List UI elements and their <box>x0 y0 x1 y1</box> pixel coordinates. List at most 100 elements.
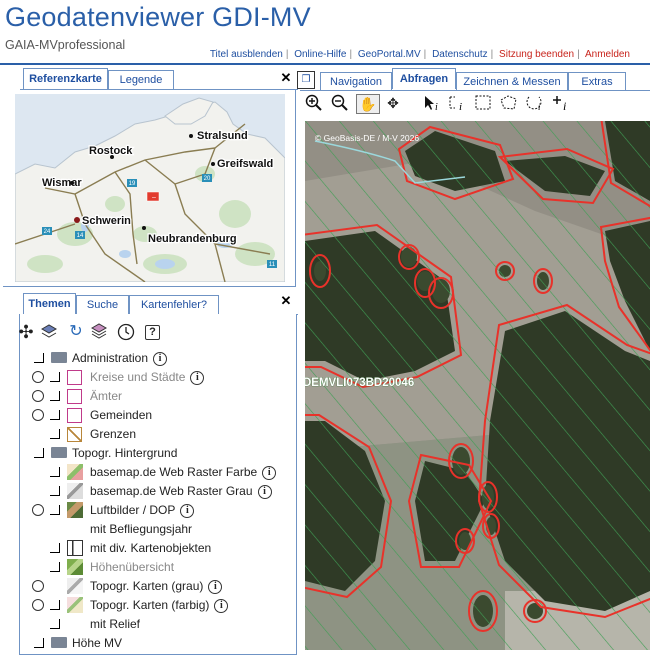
tree-row-hoehenuebersicht: Höhenübersicht <box>20 558 290 577</box>
checkbox-luftbilder[interactable] <box>50 505 60 515</box>
polygon-legend-icon <box>67 408 82 423</box>
pan-hand-icon[interactable]: ✋ <box>356 94 380 114</box>
checkbox-hoehe-mv[interactable] <box>34 638 44 648</box>
feature-id-label: DEMVLI073BD20046 <box>305 377 414 389</box>
layer-label-kreise: Kreise und Städte <box>90 370 186 384</box>
checkbox-gemeinden[interactable] <box>50 410 60 420</box>
info-icon[interactable]: i <box>214 598 229 613</box>
tree-row-administration: Administration i <box>20 349 290 368</box>
tab-kartenfehler[interactable]: Kartenfehler? <box>129 295 219 314</box>
checkbox-kartenobjekten[interactable] <box>50 543 60 553</box>
topo-grey-thumb-icon <box>67 578 83 594</box>
radio-luftbilder[interactable] <box>32 504 44 516</box>
tab-suche[interactable]: Suche <box>76 295 129 314</box>
tree-row-kreise: Kreise und Städte i <box>20 368 290 387</box>
radio-topokarten-grau[interactable] <box>32 580 44 592</box>
tab-zeichnen-messen[interactable]: Zeichnen & Messen <box>456 72 568 91</box>
road-20: 20 <box>204 176 211 182</box>
close-overview-icon[interactable]: ✕ <box>280 71 292 84</box>
layer-label-hoehe-mv: Höhe MV <box>72 636 123 650</box>
tab-referenzkarte[interactable]: Referenzkarte <box>23 68 108 89</box>
layer-label-topokarten-farbig: Topogr. Karten (farbig) <box>90 598 210 612</box>
map-copyright: © GeoBasis-DE / M-V 2026 <box>315 133 419 143</box>
info-point-icon[interactable]: i <box>552 94 570 113</box>
basemap-grey-thumb-icon <box>67 483 83 499</box>
zoom-out-icon[interactable] <box>331 94 349 112</box>
checkbox-administration[interactable] <box>34 353 44 363</box>
svg-text:–: – <box>152 194 156 201</box>
city-wismar: Wismar <box>42 177 82 189</box>
svg-text:i: i <box>459 101 462 112</box>
restore-window-icon[interactable]: ❐ <box>297 71 315 89</box>
clock-icon[interactable] <box>117 323 135 341</box>
overview-map[interactable]: – Stralsund Rostock Greifswald Wismar Sc… <box>15 94 285 282</box>
layers-icon[interactable] <box>40 323 58 341</box>
radio-kreise[interactable] <box>32 371 44 383</box>
main-tabbar: ❐ Navigation Abfragen Zeichnen & Messen … <box>297 68 650 91</box>
zoom-in-icon[interactable] <box>305 94 323 112</box>
checkbox-hoehenuebersicht[interactable] <box>50 562 60 572</box>
checkbox-topogr-hintergrund[interactable] <box>34 448 44 458</box>
elevation-thumb-icon <box>67 559 83 575</box>
select-rect-icon[interactable] <box>474 94 492 112</box>
radio-aemter[interactable] <box>32 390 44 402</box>
tab-extras[interactable]: Extras <box>568 72 626 91</box>
tab-abfragen[interactable]: Abfragen <box>392 68 456 89</box>
layer-label-hoehenuebersicht: Höhenübersicht <box>90 560 175 574</box>
themes-tabbar: Themen Suche Kartenfehler? ✕ <box>20 293 296 315</box>
info-icon[interactable]: i <box>153 351 168 366</box>
info-icon[interactable]: i <box>257 484 272 499</box>
layers-stack-icon[interactable] <box>90 323 108 341</box>
checkbox-topokarten-farbig[interactable] <box>50 600 60 610</box>
select-poly-icon[interactable] <box>499 94 517 112</box>
checkbox-kreise[interactable] <box>50 372 60 382</box>
tab-legende[interactable]: Legende <box>108 70 174 89</box>
add-layer-icon[interactable]: ✣ <box>17 323 35 341</box>
help-icon[interactable]: ? <box>145 325 160 340</box>
aerial-photo-thumb-icon <box>67 502 83 518</box>
tree-row-basemap-grau: basemap.de Web Raster Grau i <box>20 482 290 501</box>
link-hide-title[interactable]: Titel ausblenden <box>210 49 283 60</box>
tree-row-hoehe-mv: Höhe MV <box>20 634 290 653</box>
link-online-help[interactable]: Online-Hilfe <box>294 49 346 60</box>
tree-row-luftbilder: Luftbilder / DOP i <box>20 501 290 520</box>
layer-label-topogr-hintergrund: Topogr. Hintergrund <box>72 446 178 460</box>
info-icon[interactable]: i <box>262 465 277 480</box>
polygon-legend-icon <box>67 389 82 404</box>
top-links: Titel ausblenden | Online-Hilfe | GeoPorta… <box>209 49 630 60</box>
link-geoportal[interactable]: GeoPortal.MV <box>358 49 421 60</box>
refresh-icon[interactable]: ↻ <box>67 323 85 341</box>
info-icon[interactable]: i <box>208 579 223 594</box>
checkbox-basemap-grau[interactable] <box>50 486 60 496</box>
checkbox-basemap-farbe[interactable] <box>50 467 60 477</box>
info-pointer-icon[interactable]: i <box>422 94 440 113</box>
folder-icon <box>51 447 67 458</box>
radio-gemeinden[interactable] <box>32 409 44 421</box>
info-icon[interactable]: i <box>190 370 205 385</box>
layer-label-kartenobjekten: mit div. Kartenobjekten <box>90 541 212 555</box>
link-login[interactable]: Anmelden <box>585 49 630 60</box>
checkbox-grenzen[interactable] <box>50 429 60 439</box>
main-map[interactable]: © GeoBasis-DE / M-V 2026 DEMVLI073BD2004… <box>305 121 650 650</box>
svg-text:i: i <box>435 102 438 112</box>
checkbox-relief[interactable] <box>50 619 60 629</box>
checkbox-aemter[interactable] <box>50 391 60 401</box>
city-greifswald: Greifswald <box>217 158 273 170</box>
road-19: 19 <box>129 181 136 187</box>
info-icon[interactable]: i <box>180 503 195 518</box>
layer-label-basemap-grau: basemap.de Web Raster Grau <box>90 484 253 498</box>
tab-navigation[interactable]: Navigation <box>320 72 392 91</box>
info-multi-icon[interactable]: i <box>447 94 465 113</box>
tree-row-topokarten-grau: Topogr. Karten (grau) i <box>20 577 290 596</box>
overview-tabbar: Referenzkarte Legende ✕ <box>20 68 296 90</box>
select-circle-icon[interactable]: i <box>525 94 543 112</box>
full-extent-icon[interactable]: ✥ <box>384 94 402 112</box>
link-privacy[interactable]: Datenschutz <box>432 49 488 60</box>
tab-themen[interactable]: Themen <box>23 293 76 314</box>
link-end-session[interactable]: Sitzung beenden <box>499 49 574 60</box>
layer-label-befliegungsjahr: mit Befliegungsjahr <box>90 522 193 536</box>
app-title: Geodatenviewer GDI-MV <box>5 2 311 32</box>
close-themes-icon[interactable]: ✕ <box>280 294 292 307</box>
svg-text:i: i <box>563 99 566 112</box>
radio-topokarten-farbig[interactable] <box>32 599 44 611</box>
